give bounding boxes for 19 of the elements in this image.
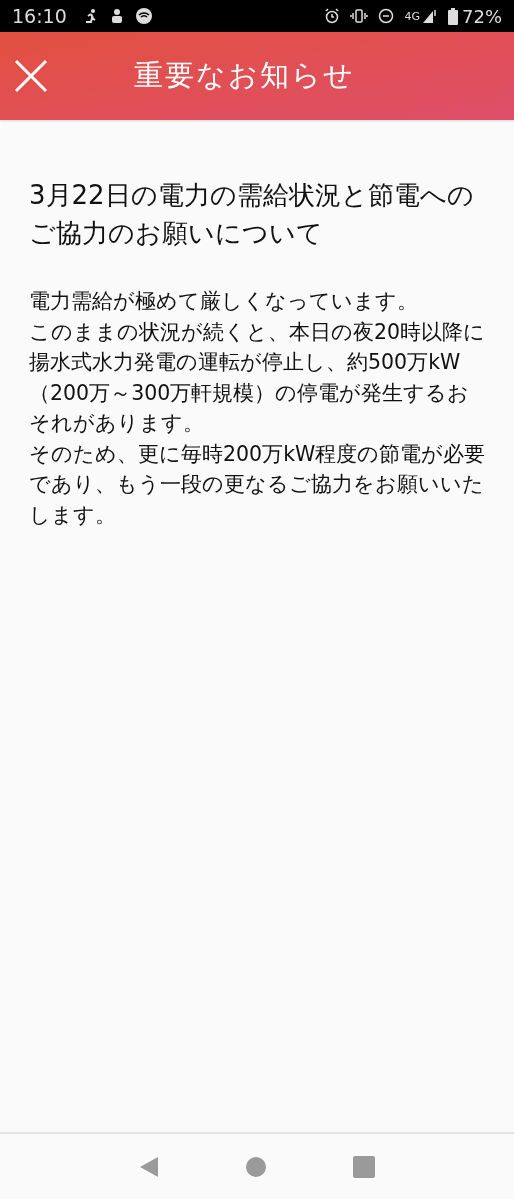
signal-icon — [422, 8, 438, 24]
clock-time: 16:10 — [12, 5, 67, 27]
close-button[interactable] — [14, 59, 48, 93]
back-icon[interactable] — [138, 1155, 159, 1178]
battery-percent: 72% — [462, 5, 502, 27]
wifi-icon — [134, 7, 153, 25]
page-title: 重要なお知らせ — [134, 57, 355, 94]
notice-paragraph: 電力需給が極めて厳しくなっています。 — [29, 288, 419, 315]
do-not-disturb-icon — [378, 8, 395, 24]
alarm-icon — [324, 8, 341, 24]
home-icon[interactable] — [246, 1156, 266, 1177]
network-type: 4G — [404, 9, 420, 23]
vibrate-icon — [350, 8, 369, 24]
notice-paragraph: このままの状況が続くと、本日の夜20時以降に揚水式水力発電の運転が停止し、約500万kW（200万～300万軒規模）の停電が発生するおそれがあります。 — [29, 318, 487, 437]
close-icon — [14, 59, 48, 93]
battery-icon — [448, 7, 458, 25]
notice-paragraph: そのため、更に毎時200万kW程度の節電が必要であり、もう一段の更なるご協力をお願いいたします。 — [29, 440, 487, 529]
recents-icon[interactable] — [353, 1155, 376, 1178]
notice-title: 3月22日の電力の需給状況と節電へのご協力のお願いについて — [29, 179, 475, 250]
